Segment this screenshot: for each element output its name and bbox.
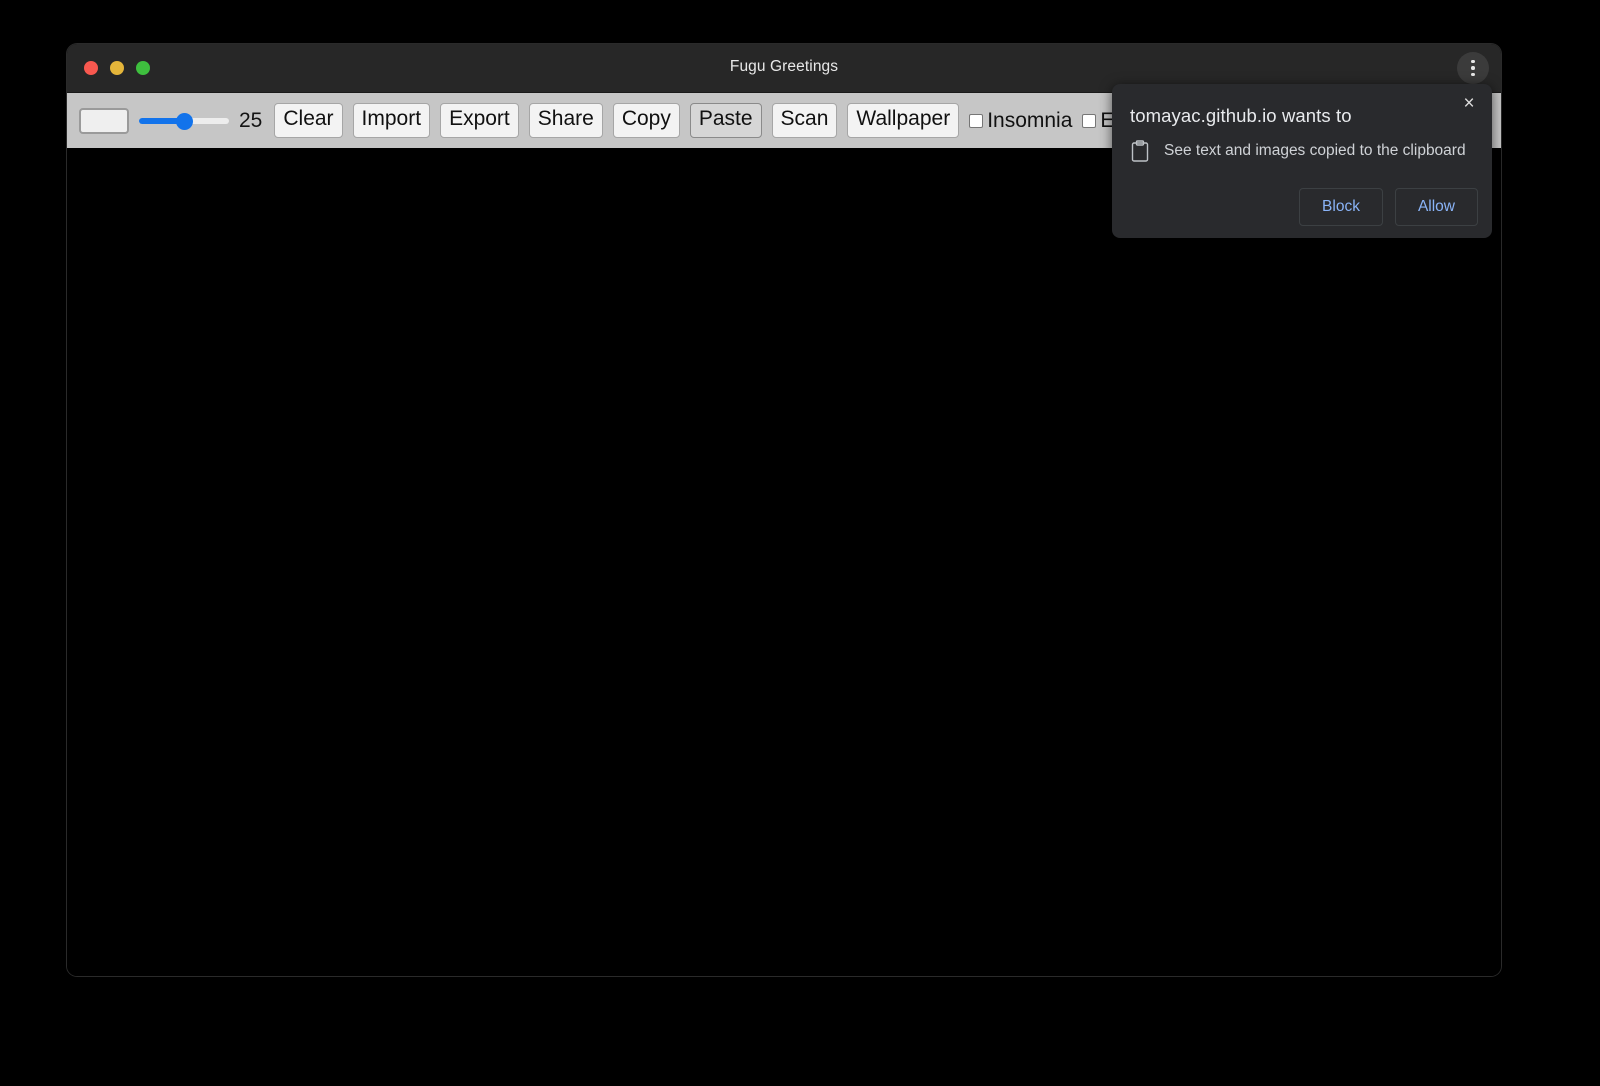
drawing-canvas[interactable] bbox=[67, 149, 1501, 976]
block-button[interactable]: Block bbox=[1299, 188, 1383, 226]
clear-button[interactable]: Clear bbox=[274, 103, 342, 137]
export-button[interactable]: Export bbox=[440, 103, 519, 137]
slider-thumb[interactable] bbox=[176, 113, 193, 130]
checkbox-box[interactable] bbox=[1082, 114, 1096, 128]
checkbox-box[interactable] bbox=[969, 114, 983, 128]
insomnia-checkbox[interactable]: Insomnia bbox=[969, 109, 1072, 133]
insomnia-checkbox-label: Insomnia bbox=[987, 109, 1072, 133]
permission-description: See text and images copied to the clipbo… bbox=[1164, 142, 1466, 160]
brush-size-slider[interactable] bbox=[139, 109, 229, 133]
screen-root: Fugu Greetings 25 Clear Import Export Sh… bbox=[0, 0, 1600, 1086]
permission-origin-text: tomayac.github.io wants to bbox=[1130, 105, 1352, 127]
window-title: Fugu Greetings bbox=[67, 58, 1501, 76]
share-button[interactable]: Share bbox=[529, 103, 603, 137]
permission-dialog-actions: Block Allow bbox=[1299, 188, 1478, 226]
color-swatch-icon[interactable] bbox=[79, 108, 129, 134]
allow-button[interactable]: Allow bbox=[1395, 188, 1478, 226]
close-icon[interactable]: × bbox=[1458, 93, 1480, 115]
scan-button[interactable]: Scan bbox=[772, 103, 838, 137]
wallpaper-button[interactable]: Wallpaper bbox=[847, 103, 959, 137]
clipboard-icon bbox=[1130, 140, 1150, 162]
menu-dot bbox=[1471, 66, 1475, 70]
menu-dot bbox=[1471, 60, 1475, 64]
three-dots-vertical-icon[interactable] bbox=[1457, 52, 1489, 84]
permission-detail-row: See text and images copied to the clipbo… bbox=[1130, 140, 1466, 162]
brush-size-value: 25 bbox=[239, 109, 262, 133]
import-button[interactable]: Import bbox=[353, 103, 431, 137]
paste-button[interactable]: Paste bbox=[690, 103, 762, 137]
menu-dot bbox=[1471, 73, 1475, 77]
copy-button[interactable]: Copy bbox=[613, 103, 680, 137]
clipboard-permission-dialog: × tomayac.github.io wants to See text an… bbox=[1112, 84, 1492, 238]
